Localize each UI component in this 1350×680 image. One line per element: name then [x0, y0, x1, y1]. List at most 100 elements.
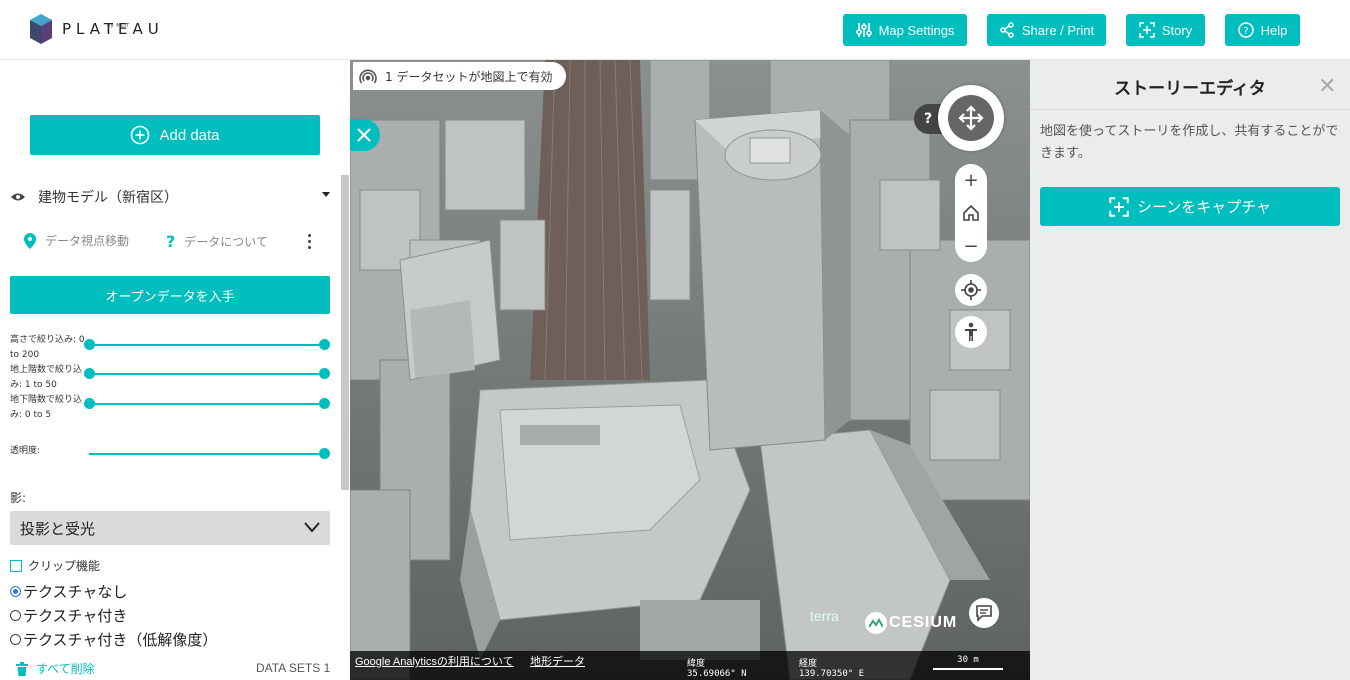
- height-filter-slider[interactable]: [84, 339, 330, 350]
- fly-to-label: データ視点移動: [45, 234, 130, 248]
- chat-icon: [976, 605, 992, 622]
- panel-footer: すべて削除 DATA SETS 1: [0, 655, 350, 680]
- pedestrian-mode-button[interactable]: [955, 316, 987, 348]
- layer-actions: データ視点移動 ? データについて: [24, 232, 334, 252]
- map-3d-scene[interactable]: [350, 60, 1030, 680]
- texture-low-label: テクスチャ付き（低解像度）: [23, 631, 218, 649]
- slider-min-handle[interactable]: [84, 398, 95, 409]
- texture-on-radio[interactable]: テクスチャ付き: [10, 605, 127, 626]
- texture-low-radio[interactable]: テクスチャ付き（低解像度）: [10, 629, 217, 650]
- delete-all-label: すべて削除: [36, 662, 95, 676]
- share-icon: [1000, 22, 1014, 38]
- help-label: Help: [1260, 22, 1288, 38]
- story-editor-description: 地図を使ってストーリを作成し、共有することができます。: [1040, 124, 1339, 161]
- checkbox-box[interactable]: [10, 559, 22, 572]
- terra-logo[interactable]: terra: [810, 608, 839, 624]
- map-settings-label: Map Settings: [878, 22, 955, 38]
- feedback-button[interactable]: [969, 598, 999, 628]
- shadow-label: 影:: [10, 491, 27, 505]
- slider-max-handle[interactable]: [319, 339, 330, 350]
- fly-to-button[interactable]: データ視点移動: [24, 232, 129, 249]
- zoom-in-button[interactable]: +: [955, 164, 987, 196]
- cesium-logo[interactable]: CESIUM: [865, 612, 957, 634]
- close-icon[interactable]: ✕: [1318, 74, 1336, 99]
- add-data-button[interactable]: Add data: [30, 115, 320, 155]
- more-menu-icon[interactable]: [308, 234, 312, 252]
- map-help-label: ?: [924, 111, 933, 127]
- chevron-down-icon[interactable]: [322, 192, 330, 197]
- latitude-value: 35.69066° N: [687, 669, 747, 679]
- active-datasets-notice: 1 データセットが地図上で有効: [353, 62, 567, 90]
- floors-filter-label: 地上階数で絞り込み: 1 to 50: [10, 365, 83, 390]
- plateau-logo[interactable]: PLATEAU: [30, 14, 164, 44]
- help-button[interactable]: ? Help: [1225, 14, 1300, 46]
- texture-none-label: テクスチャなし: [23, 583, 128, 601]
- basement-filter-label: 地下階数で絞り込み: 0 to 5: [10, 395, 83, 420]
- radio-circle[interactable]: [10, 610, 21, 621]
- map-viewport[interactable]: 1 データセットが地図上で有効 ? + − terra CESIUM Googl…: [350, 60, 1030, 680]
- cesium-icon: [865, 612, 887, 634]
- map-footer: Google Analyticsの利用について 地形データ 緯度 35.6906…: [350, 651, 1030, 680]
- question-icon: ?: [166, 232, 176, 251]
- slider-handle[interactable]: [319, 448, 330, 459]
- radio-circle[interactable]: [10, 586, 21, 597]
- signal-icon: [359, 69, 377, 84]
- divider: [1030, 109, 1350, 110]
- panel-scrollbar[interactable]: [341, 175, 349, 490]
- minus-icon: −: [963, 235, 979, 257]
- trash-icon: [16, 661, 28, 676]
- floors-filter-slider[interactable]: [84, 368, 330, 379]
- layer-name: 建物モデル（新宿区）: [38, 190, 178, 206]
- zoom-out-button[interactable]: −: [955, 230, 987, 262]
- eye-icon[interactable]: [10, 192, 26, 202]
- story-button[interactable]: Story: [1126, 14, 1205, 46]
- delete-all-button[interactable]: すべて削除: [16, 660, 95, 677]
- radio-circle[interactable]: [10, 634, 21, 645]
- chevron-down-icon: [304, 522, 320, 533]
- clip-label: クリップ機能: [28, 559, 101, 573]
- slider-max-handle[interactable]: [319, 368, 330, 379]
- layer-header[interactable]: 建物モデル（新宿区）: [10, 186, 335, 208]
- map-settings-button[interactable]: Map Settings: [843, 14, 967, 46]
- basement-filter-slider[interactable]: [84, 398, 330, 409]
- pan-control[interactable]: [948, 95, 994, 141]
- shadow-select[interactable]: 投影と受光: [10, 511, 330, 545]
- slider-min-handle[interactable]: [84, 368, 95, 379]
- story-label: Story: [1161, 22, 1193, 38]
- datasets-count: DATA SETS 1: [256, 661, 331, 675]
- top-bar: PLATEAU by MLIT Map Settings Share / Pri…: [0, 0, 1350, 60]
- question-circle-icon: ?: [1237, 22, 1254, 38]
- height-filter-label: 高さで絞り込み: 0 to 200: [10, 335, 85, 360]
- opacity-label: 透明度:: [10, 446, 41, 456]
- move-arrows-icon: [958, 105, 984, 131]
- locate-button[interactable]: [955, 274, 987, 306]
- opacity-slider[interactable]: [89, 448, 330, 459]
- close-icon: [357, 128, 371, 142]
- capture-icon: [1109, 196, 1129, 217]
- scale-label: 30 m: [957, 655, 979, 665]
- open-data-button[interactable]: オープンデータを入手: [10, 276, 330, 314]
- scale-bar: [933, 668, 1003, 670]
- texture-on-label: テクスチャ付き: [23, 607, 128, 625]
- plus-icon: +: [963, 169, 979, 191]
- texture-none-radio[interactable]: テクスチャなし: [10, 581, 127, 602]
- capture-scene-button[interactable]: シーンをキャプチャ: [1040, 187, 1340, 226]
- add-data-label: Add data: [159, 126, 220, 144]
- clip-checkbox[interactable]: クリップ機能: [10, 557, 100, 574]
- crosshair-icon: [961, 280, 981, 300]
- slider-min-handle[interactable]: [84, 339, 95, 350]
- capture-scene-label: シーンをキャプチャ: [1136, 198, 1272, 216]
- shadow-select-value: 投影と受光: [20, 519, 96, 538]
- cesium-label: CESIUM: [889, 614, 958, 631]
- story-editor-panel: ストーリーエディタ ✕ 地図を使ってストーリを作成し、共有することができます。 …: [1030, 60, 1350, 680]
- home-button[interactable]: [955, 197, 987, 229]
- about-data-button[interactable]: ? データについて: [166, 232, 268, 251]
- analytics-link[interactable]: Google Analyticsの利用について: [355, 653, 514, 669]
- share-print-label: Share / Print: [1021, 22, 1095, 38]
- compass-control[interactable]: [938, 85, 1004, 151]
- terrain-link[interactable]: 地形データ: [530, 653, 585, 669]
- notice-text: 1 データセットが地図上で有効: [385, 69, 553, 84]
- slider-max-handle[interactable]: [319, 398, 330, 409]
- share-print-button[interactable]: Share / Print: [987, 14, 1106, 46]
- zoom-control: + −: [955, 164, 987, 262]
